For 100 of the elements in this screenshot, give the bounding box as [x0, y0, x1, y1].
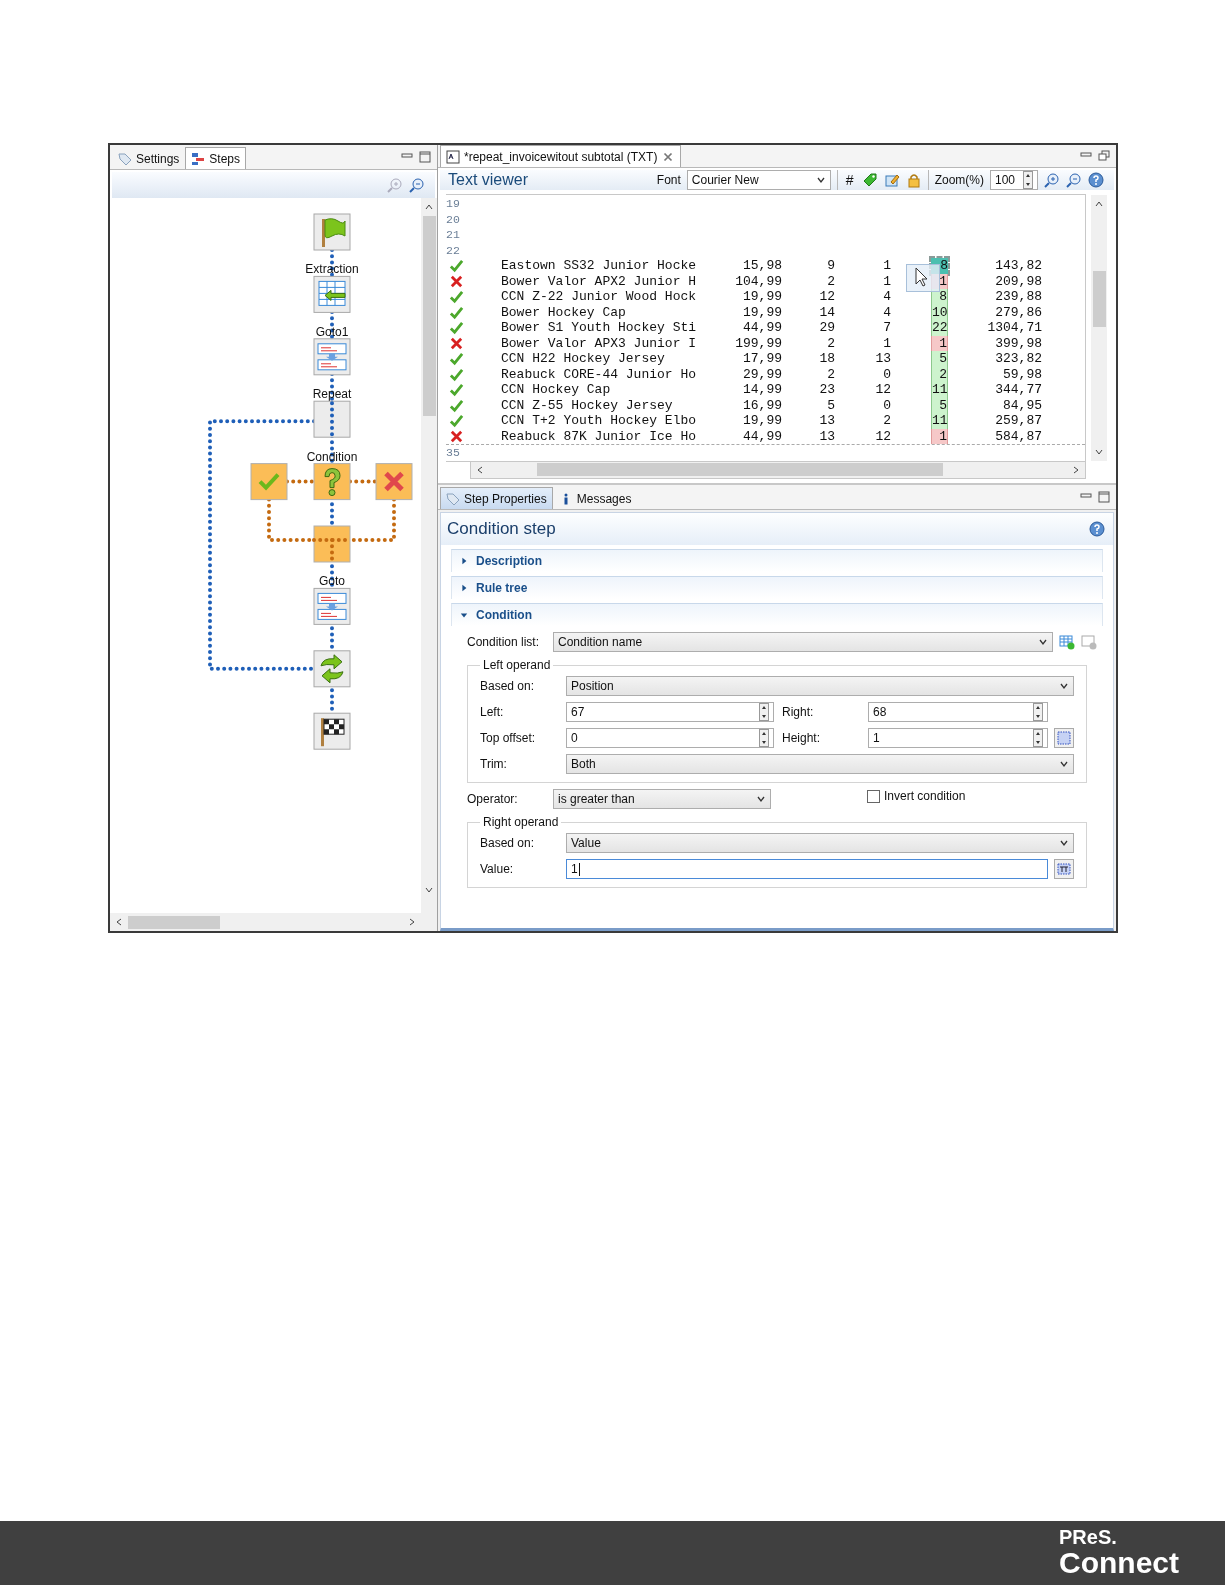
top-offset-field[interactable]: 0: [566, 728, 774, 748]
text-line: 143,82: [994, 258, 1042, 274]
true-branch-node[interactable]: [250, 463, 288, 501]
selected-text-region[interactable]: 22: [931, 320, 948, 336]
panel-tab[interactable]: Step Properties: [440, 487, 553, 509]
text-line: 16,99: [742, 397, 782, 413]
text-line: 199,99: [734, 335, 782, 351]
scroll-left-icon[interactable]: [475, 464, 485, 475]
field-label: Value:: [480, 862, 515, 876]
trim-dropdown[interactable]: Both: [566, 754, 1074, 774]
text-line: 323,82: [994, 351, 1042, 367]
scroll-thumb[interactable]: [128, 915, 220, 929]
tag-icon: [118, 151, 132, 166]
spinner-icon[interactable]: [1033, 703, 1043, 721]
text-line: 2: [882, 413, 891, 429]
help-icon[interactable]: [1088, 172, 1104, 188]
zoom-in-icon[interactable]: [1044, 172, 1060, 188]
select-region-icon[interactable]: [1054, 728, 1074, 748]
tag-icon[interactable]: [861, 172, 878, 188]
edit-data-icon[interactable]: [883, 172, 900, 188]
based-on-dropdown[interactable]: Position: [566, 676, 1074, 696]
section-header[interactable]: Description: [451, 549, 1103, 572]
text-line: CCN Z-55 Hockey Jersey: [501, 397, 674, 413]
scroll-thumb[interactable]: [1092, 271, 1106, 327]
section-header[interactable]: Rule tree: [451, 576, 1103, 599]
field-label: Right:: [782, 705, 815, 719]
selected-text-region[interactable]: 5: [931, 351, 948, 367]
checkbox[interactable]: [867, 789, 880, 803]
text-line: 279,86: [994, 304, 1042, 320]
repeat-node[interactable]: [313, 400, 351, 438]
condition-node[interactable]: [313, 463, 351, 501]
scroll-up-icon[interactable]: [424, 202, 434, 212]
text-select-icon[interactable]: [1054, 859, 1074, 879]
scroll-left-icon[interactable]: [114, 917, 124, 927]
field-label: Trim:: [480, 757, 508, 771]
text-line: 2: [826, 366, 835, 382]
panel-tab[interactable]: Settings: [112, 147, 186, 169]
field-label: Height:: [782, 731, 822, 745]
scroll-thumb[interactable]: [537, 463, 943, 476]
right-field[interactable]: 68: [868, 702, 1048, 722]
goto-node[interactable]: [313, 338, 351, 376]
caret-right-icon: [460, 557, 468, 565]
field-label: Operator:: [467, 792, 519, 806]
text-line: 13: [818, 428, 835, 444]
scroll-right-icon[interactable]: [1071, 464, 1081, 475]
section-header[interactable]: Condition: [451, 603, 1103, 626]
goto-node[interactable]: [313, 587, 351, 625]
text-line: 19,99: [742, 289, 782, 305]
spinner-icon[interactable]: [759, 729, 769, 747]
finish-flag-node[interactable]: [313, 712, 351, 750]
text-line: 19,99: [742, 413, 782, 429]
start-flag-node[interactable]: [313, 213, 351, 251]
left-field[interactable]: 67: [566, 702, 774, 722]
value-field[interactable]: 1: [566, 859, 1048, 879]
zoom-field[interactable]: 100: [990, 170, 1038, 190]
scroll-right-icon[interactable]: [407, 917, 417, 927]
false-branch-node[interactable]: [375, 463, 413, 501]
vertical-scrollbar[interactable]: [1091, 195, 1107, 461]
operator-dropdown[interactable]: is greater than: [553, 789, 771, 809]
text-line: 12: [818, 289, 835, 305]
height-field[interactable]: 1: [868, 728, 1048, 748]
text-line: 4: [882, 304, 891, 320]
scroll-down-icon[interactable]: [424, 885, 434, 895]
based-on-dropdown[interactable]: Value: [566, 833, 1074, 853]
text-line: CCN Z-22 Junior Wood Hock: [501, 289, 698, 305]
scroll-thumb[interactable]: [422, 216, 436, 416]
restore-icon[interactable]: [1098, 150, 1110, 162]
spinner-icon[interactable]: [759, 703, 769, 721]
add-table-icon[interactable]: [1059, 634, 1075, 650]
line-numbers-toggle[interactable]: #: [843, 172, 856, 188]
step-label: Repeat: [312, 387, 352, 402]
scroll-up-icon[interactable]: [1094, 199, 1104, 209]
selected-text-region[interactable]: 11: [931, 413, 948, 429]
text-line: 19,99: [742, 304, 782, 320]
selected-text-region[interactable]: 11: [931, 382, 948, 398]
text-line: 29,99: [742, 366, 782, 382]
maximize-icon[interactable]: [1098, 491, 1110, 503]
text-line: 5: [826, 397, 835, 413]
text-line: Bower Valor APX2 Junior H: [501, 273, 698, 289]
loop-node[interactable]: [313, 650, 351, 688]
document-tab[interactable]: *repeat_invoicewitout subtotal (TXT): [440, 145, 682, 167]
vertical-scrollbar[interactable]: [421, 198, 437, 913]
font-dropdown[interactable]: Courier New: [686, 170, 831, 190]
panel-tab[interactable]: Messages: [552, 487, 638, 509]
panel-tab[interactable]: Steps: [185, 147, 247, 169]
extraction-node[interactable]: [313, 275, 351, 313]
merge-node[interactable]: [312, 525, 352, 564]
horizontal-scrollbar[interactable]: [110, 913, 437, 931]
help-icon[interactable]: [1089, 521, 1105, 537]
zoom-out-icon[interactable]: [1066, 172, 1082, 188]
zoom-out-icon[interactable]: [409, 177, 425, 193]
spinner-icon[interactable]: [1023, 171, 1034, 189]
text-line: Bower Hockey Cap: [501, 304, 627, 320]
spinner-icon[interactable]: [1033, 729, 1043, 747]
maximize-icon[interactable]: [419, 151, 431, 163]
lock-icon[interactable]: [905, 172, 922, 188]
field-label: Left:: [480, 705, 505, 719]
text-line: 44,99: [742, 320, 782, 336]
condition-list-dropdown[interactable]: Condition name: [553, 632, 1053, 652]
text-line: Reabuck CORE-44 Junior Ho: [501, 366, 698, 382]
